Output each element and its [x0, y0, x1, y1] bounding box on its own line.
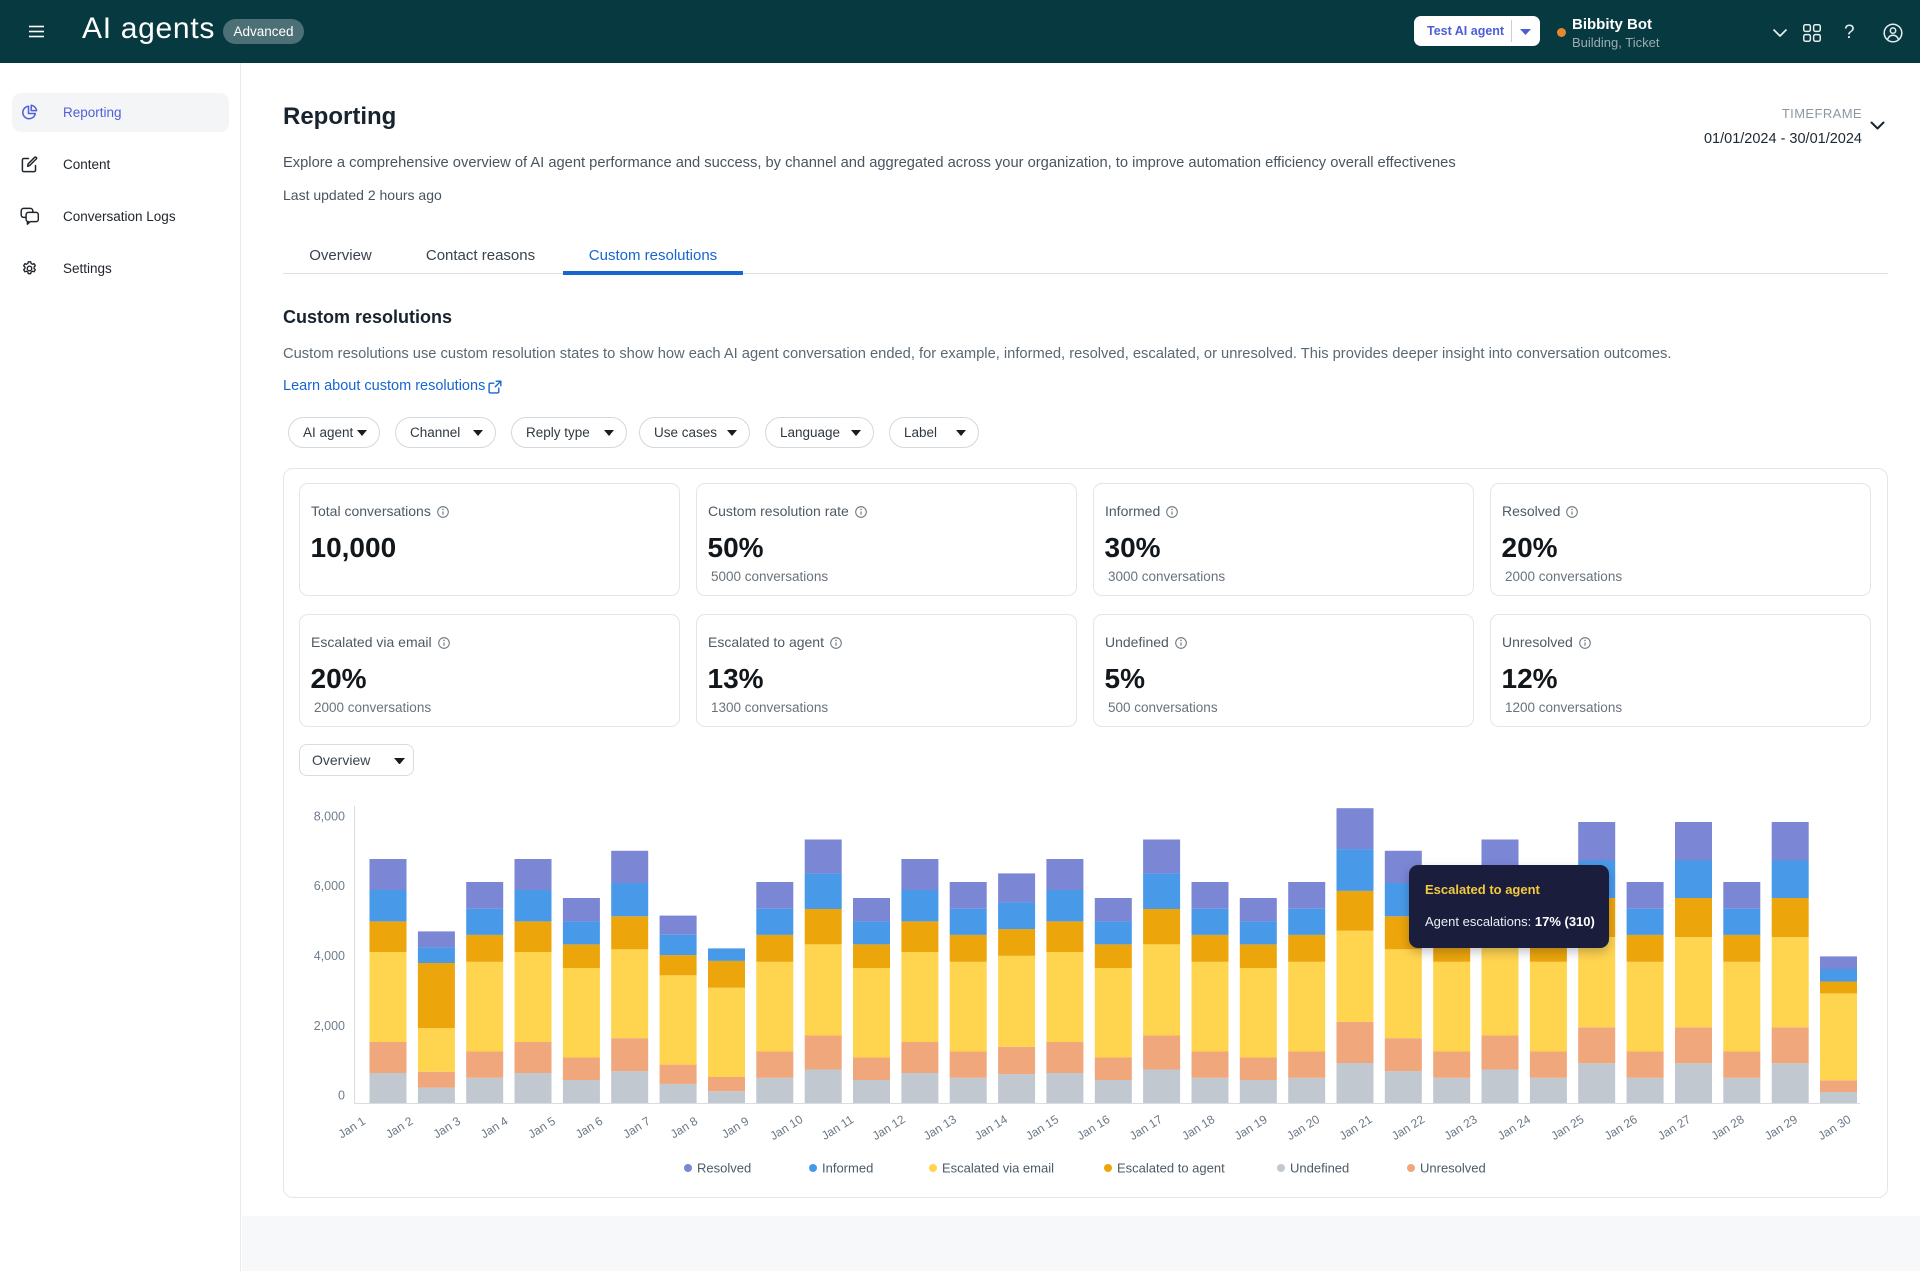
svg-text:Jan 12: Jan 12 — [870, 1112, 908, 1143]
svg-text:Jan 2: Jan 2 — [383, 1114, 416, 1142]
svg-text:Jan 5: Jan 5 — [526, 1114, 559, 1142]
svg-text:Jan 24: Jan 24 — [1495, 1112, 1533, 1143]
svg-text:Jan 18: Jan 18 — [1179, 1112, 1217, 1143]
svg-text:Jan 10: Jan 10 — [767, 1112, 805, 1143]
svg-text:Jan 14: Jan 14 — [972, 1112, 1010, 1143]
svg-text:Jan 25: Jan 25 — [1548, 1112, 1586, 1143]
svg-text:Jan 6: Jan 6 — [573, 1114, 606, 1142]
svg-text:Unresolved: Unresolved — [1420, 1161, 1486, 1176]
svg-text:Jan 3: Jan 3 — [431, 1114, 464, 1142]
svg-text:Jan 30: Jan 30 — [1815, 1112, 1853, 1143]
svg-text:Undefined: Undefined — [1290, 1161, 1349, 1176]
svg-text:Jan 1: Jan 1 — [336, 1114, 369, 1142]
svg-text:Resolved: Resolved — [697, 1161, 751, 1176]
svg-text:Informed: Informed — [822, 1161, 873, 1176]
svg-text:Jan 27: Jan 27 — [1655, 1112, 1693, 1143]
svg-text:Jan 21: Jan 21 — [1337, 1112, 1375, 1143]
svg-text:Jan 16: Jan 16 — [1074, 1112, 1112, 1143]
svg-text:Jan 15: Jan 15 — [1023, 1112, 1061, 1143]
svg-text:Jan 9: Jan 9 — [719, 1114, 752, 1142]
svg-text:Jan 20: Jan 20 — [1284, 1112, 1322, 1143]
svg-text:Jan 28: Jan 28 — [1709, 1112, 1747, 1143]
svg-text:Jan 22: Jan 22 — [1389, 1112, 1427, 1143]
svg-text:Jan 19: Jan 19 — [1232, 1112, 1270, 1143]
svg-text:2,000: 2,000 — [314, 1019, 345, 1033]
svg-text:4,000: 4,000 — [314, 949, 345, 963]
svg-text:Jan 23: Jan 23 — [1442, 1112, 1480, 1143]
svg-text:Jan 4: Jan 4 — [478, 1114, 511, 1142]
svg-text:8,000: 8,000 — [314, 810, 345, 824]
svg-text:Jan 8: Jan 8 — [668, 1114, 701, 1142]
svg-text:Escalated to agent: Escalated to agent — [1117, 1161, 1225, 1176]
svg-text:Jan 29: Jan 29 — [1762, 1112, 1800, 1143]
svg-text:Jan 7: Jan 7 — [620, 1114, 653, 1142]
svg-text:Jan 13: Jan 13 — [921, 1112, 959, 1143]
svg-text:6,000: 6,000 — [314, 879, 345, 893]
svg-text:0: 0 — [338, 1089, 345, 1103]
svg-text:Jan 26: Jan 26 — [1602, 1112, 1640, 1143]
svg-text:Jan 11: Jan 11 — [819, 1112, 856, 1143]
svg-text:Jan 17: Jan 17 — [1127, 1112, 1165, 1143]
svg-text:Escalated via email: Escalated via email — [942, 1161, 1054, 1176]
